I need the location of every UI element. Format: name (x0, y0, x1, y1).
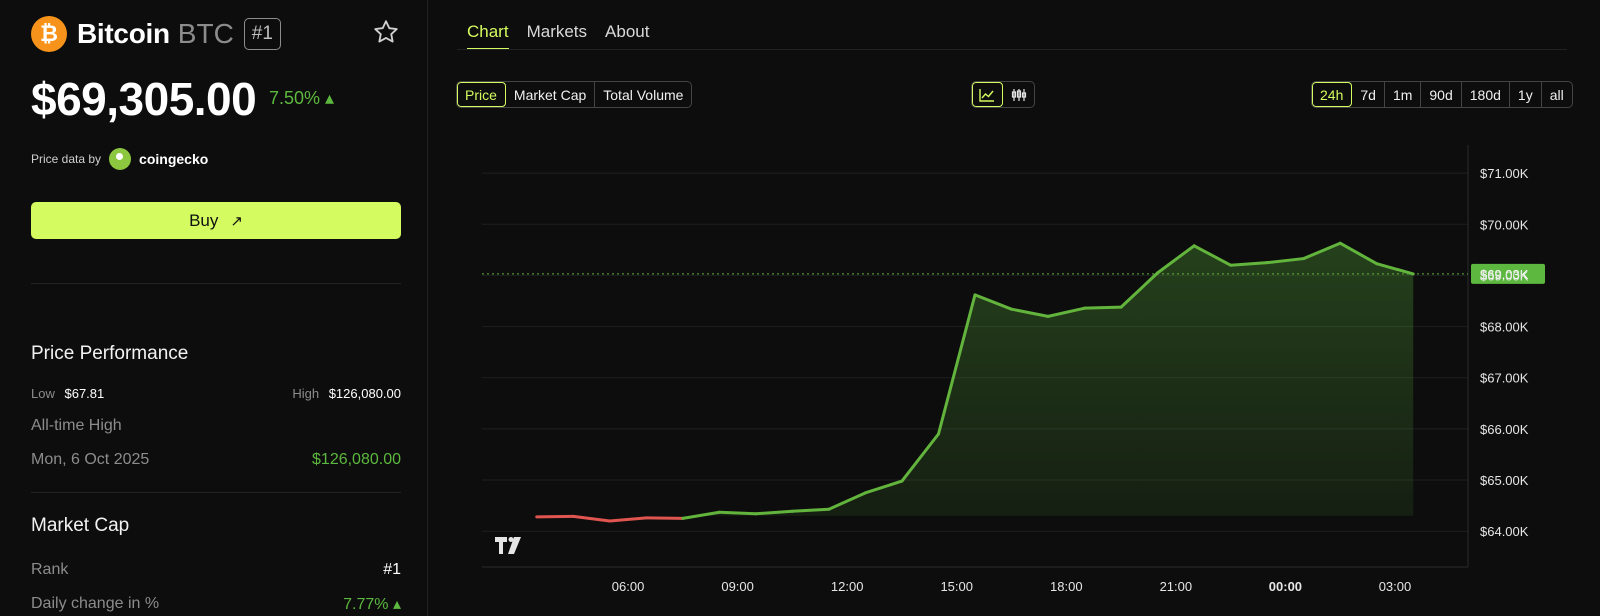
y-tick-label: $67.00K (1480, 371, 1529, 386)
y-tick-label: $66.00K (1480, 422, 1529, 437)
price-line-segment (571, 514, 612, 523)
price-line-segment (790, 507, 831, 513)
y-tick-label: $71.00K (1480, 166, 1529, 181)
price-line-segment (1083, 305, 1123, 310)
y-tick-label: $70.00K (1480, 217, 1529, 232)
y-tick-label: $64.00K (1480, 524, 1529, 539)
y-tick-label: $68.00K (1480, 320, 1529, 335)
x-tick-label: 21:00 (1160, 579, 1193, 594)
price-area-fill (682, 243, 1414, 519)
y-tick-label: $69.00K (1480, 268, 1529, 283)
y-axis-ticks: $71.00K $70.00K $69.00K $68.00K $67.00K $66.0… (1480, 166, 1529, 539)
x-tick-label: 15:00 (940, 579, 973, 594)
y-tick-label: $65.00K (1480, 473, 1529, 488)
price-line-segment (535, 514, 575, 519)
x-tick-label: 09:00 (721, 579, 754, 594)
tradingview-logo-icon (495, 537, 521, 554)
x-tick-label: 06:00 (612, 579, 645, 594)
x-tick-label: 03:00 (1379, 579, 1412, 594)
price-line-segment (644, 516, 685, 520)
x-axis-ticks: 06:00 09:00 12:00 15:00 18:00 21:00 00:00 03:00 (612, 579, 1411, 594)
x-tick-label: 00:00 (1269, 579, 1302, 594)
x-tick-label: 18:00 (1050, 579, 1083, 594)
price-line-segment (608, 516, 648, 523)
price-line-segment (717, 510, 758, 516)
price-chart[interactable]: $69.03K $71.00K$70.00K$69.00K$68.00K$67.… (0, 0, 1600, 616)
x-tick-label: 12:00 (831, 579, 864, 594)
